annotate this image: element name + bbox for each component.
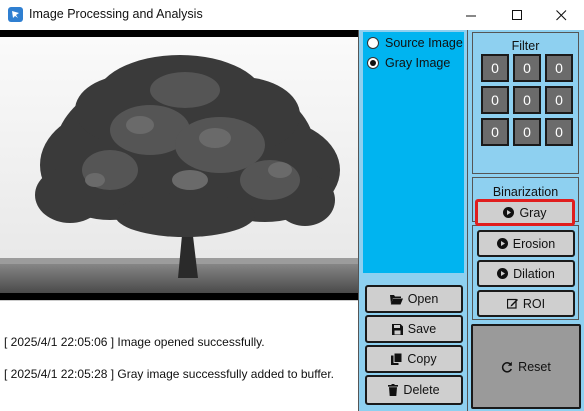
play-circle-icon xyxy=(496,238,508,249)
kernel-cell[interactable]: 0 xyxy=(545,54,573,82)
maximize-icon xyxy=(511,9,522,20)
delete-label: Delete xyxy=(403,383,440,397)
copy-button[interactable]: Copy xyxy=(365,345,463,373)
binarization-title: Binarization xyxy=(492,185,559,199)
kernel-cell[interactable]: 0 xyxy=(513,86,541,114)
log-line: [ 2025/4/1 22:05:28 ] Gray image success… xyxy=(4,367,334,381)
app-logo-icon xyxy=(8,7,23,22)
kernel-cell[interactable]: 0 xyxy=(481,118,509,146)
kernel-cell[interactable]: 0 xyxy=(513,118,541,146)
radio-label: Source Image xyxy=(385,36,463,50)
save-label: Save xyxy=(407,322,437,336)
radio-gray-image[interactable]: Gray Image xyxy=(367,56,450,70)
save-icon xyxy=(391,323,403,335)
filter-group: Filter 0 0 0 0 0 0 0 0 0 xyxy=(472,32,579,174)
reset-button[interactable]: Reset xyxy=(471,324,581,409)
save-button[interactable]: Save xyxy=(365,315,463,343)
kernel-cell[interactable]: 0 xyxy=(481,86,509,114)
maximize-button[interactable] xyxy=(494,0,540,30)
log-panel: [ 2025/4/1 22:05:06 ] Image opened succe… xyxy=(0,300,358,411)
radio-label: Gray Image xyxy=(385,56,451,70)
radio-unchecked-icon xyxy=(367,37,379,49)
kernel-cell[interactable]: 0 xyxy=(545,86,573,114)
roi-label: ROI xyxy=(522,296,546,311)
radio-source-image[interactable]: Source Image xyxy=(367,36,463,50)
filter-kernel-grid: 0 0 0 0 0 0 0 0 0 xyxy=(481,54,573,146)
radio-checked-icon xyxy=(367,57,379,69)
minimize-button[interactable] xyxy=(448,0,494,30)
erosion-button[interactable]: Erosion xyxy=(477,230,575,257)
folder-open-icon xyxy=(389,294,403,305)
play-circle-icon xyxy=(497,268,509,279)
close-icon xyxy=(555,9,566,20)
kernel-cell[interactable]: 0 xyxy=(545,118,573,146)
middle-panel: Source Image Gray Image Open Save Copy D… xyxy=(358,30,468,411)
delete-button[interactable]: Delete xyxy=(365,375,463,405)
open-button[interactable]: Open xyxy=(365,285,463,313)
erosion-label: Erosion xyxy=(512,236,556,251)
trash-icon xyxy=(388,384,399,396)
dilation-label: Dilation xyxy=(513,266,555,281)
log-line: [ 2025/4/1 22:05:06 ] Image opened succe… xyxy=(4,335,265,349)
close-button[interactable] xyxy=(538,0,584,30)
copy-icon xyxy=(391,353,403,365)
view-mode-group: Source Image Gray Image xyxy=(363,32,464,273)
kernel-cell[interactable]: 0 xyxy=(481,54,509,82)
title-bar: Image Processing and Analysis xyxy=(0,0,584,30)
minimize-icon xyxy=(465,15,476,16)
window-title: Image Processing and Analysis xyxy=(29,7,203,21)
open-label: Open xyxy=(407,292,439,306)
tree-photo xyxy=(0,30,358,300)
filter-title: Filter xyxy=(511,39,540,53)
kernel-cell[interactable]: 0 xyxy=(513,54,541,82)
reset-label: Reset xyxy=(518,359,551,374)
image-display xyxy=(0,30,358,300)
play-circle-icon xyxy=(503,207,515,218)
edit-square-icon xyxy=(506,298,518,309)
dilation-button[interactable]: Dilation xyxy=(477,260,575,287)
roi-button[interactable]: ROI xyxy=(477,290,575,317)
refresh-icon xyxy=(501,361,513,373)
copy-label: Copy xyxy=(407,352,437,366)
gray-label: Gray xyxy=(519,205,547,220)
gray-button[interactable]: Gray xyxy=(475,199,575,226)
